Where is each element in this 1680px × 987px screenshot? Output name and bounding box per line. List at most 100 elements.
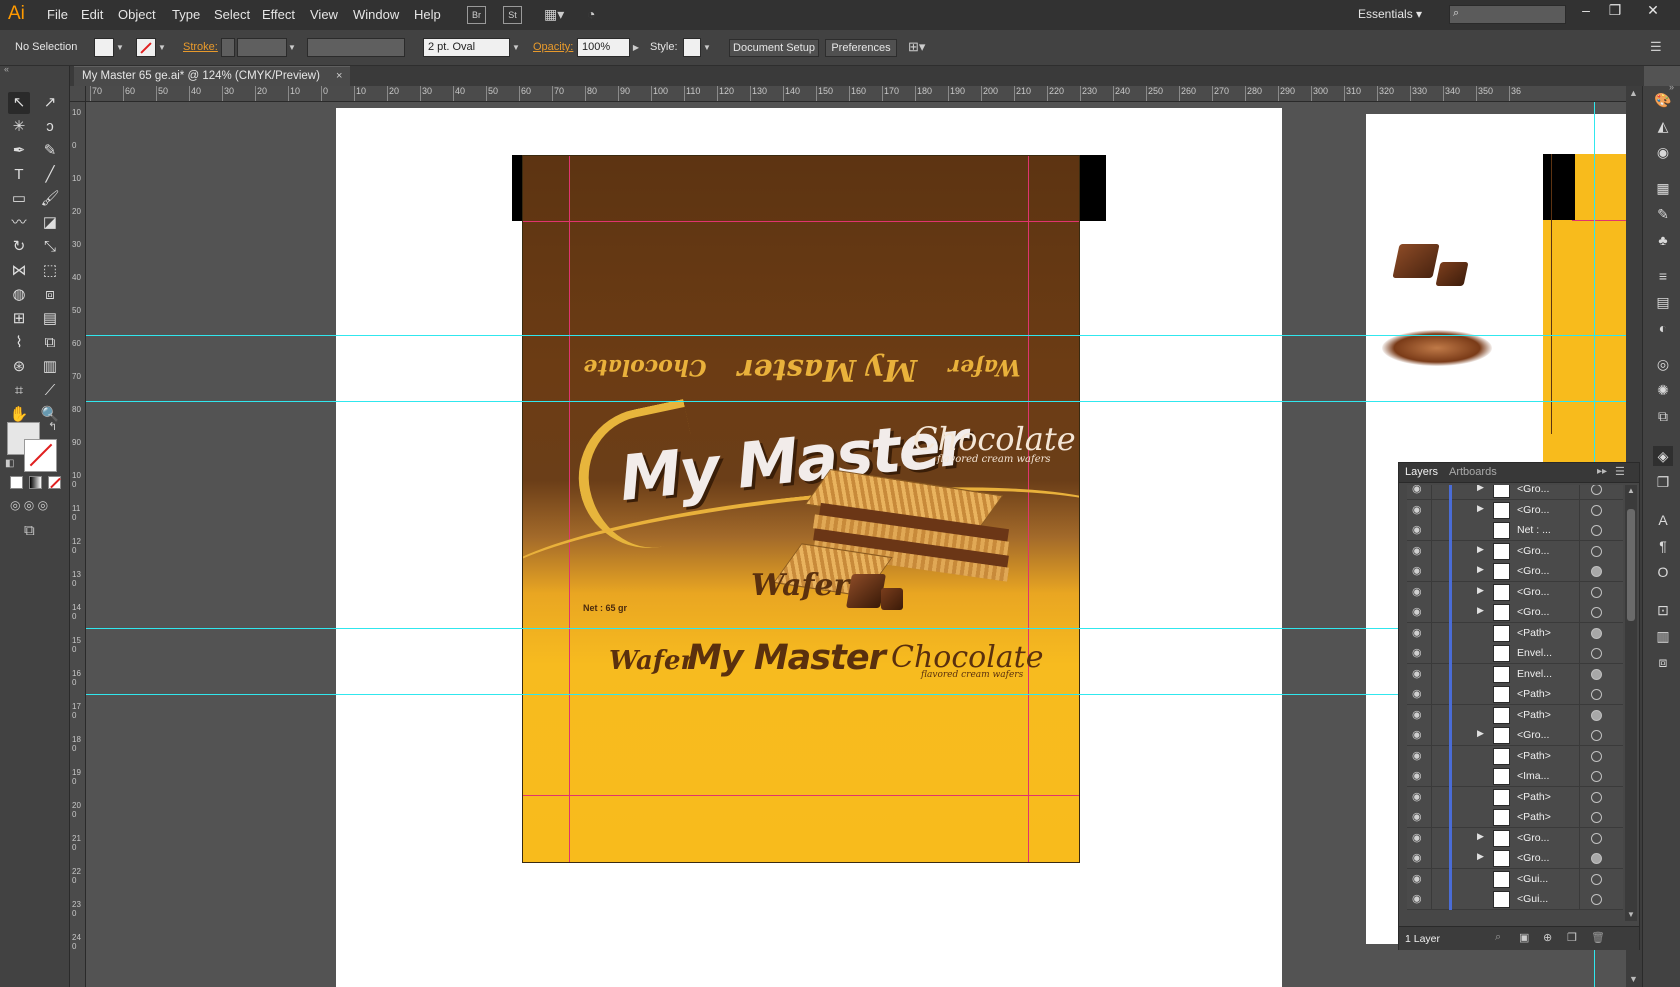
locate-object-icon[interactable]: ⌕ [1495,931,1501,944]
visibility-eye-icon[interactable]: ◉ [1412,687,1422,700]
package-back-black-tab[interactable] [1543,154,1575,220]
visibility-eye-icon[interactable]: ◉ [1412,585,1422,598]
style-swatch[interactable] [683,38,701,57]
layers-scroll-up-icon[interactable]: ▲ [1627,486,1635,495]
mesh-tool-icon[interactable]: ⊞ [8,308,30,330]
flavor-subtitle[interactable]: flavored cream wafers [937,454,1051,465]
layer-name[interactable]: <Gro... [1517,729,1549,741]
symbol-sprayer-tool-icon[interactable]: ⊛ [8,356,30,378]
visibility-eye-icon[interactable]: ◉ [1412,851,1422,864]
layer-name[interactable]: <Gui... [1517,873,1548,885]
transparency-icon[interactable]: ◐ [1653,318,1673,338]
package-black-tab-right[interactable] [1080,155,1106,221]
target-circle-icon[interactable] [1591,586,1602,598]
align-panel-icon[interactable]: ▥ [1653,626,1673,646]
bottom-product-name[interactable]: Wafer [609,646,694,676]
layer-name[interactable]: <Gro... [1517,485,1549,495]
visibility-eye-icon[interactable]: ◉ [1412,892,1422,905]
visibility-eye-icon[interactable]: ◉ [1412,810,1422,823]
direct-selection-tool-icon[interactable]: ↗ [39,92,61,114]
symbols-icon[interactable]: ♣ [1653,230,1673,250]
layer-name[interactable]: <Gro... [1517,545,1549,557]
width-tool-icon[interactable]: ⋈ [8,260,30,282]
character-panel-icon[interactable]: A [1653,510,1673,530]
visibility-eye-icon[interactable]: ◉ [1412,646,1422,659]
blend-tool-icon[interactable]: ⧉ [39,332,61,354]
gradient-mode-icon[interactable] [29,476,42,489]
expand-arrow-icon[interactable]: ▶ [1477,564,1484,575]
layer-row[interactable]: ◉ ▶ <Gro... [1407,499,1623,521]
close-window-button[interactable]: ✕ [1642,2,1664,19]
visibility-eye-icon[interactable]: ◉ [1412,564,1422,577]
artboard-tool-icon[interactable]: ⌗ [8,380,30,402]
collapse-toolbox-icon[interactable]: « [4,64,9,74]
export-assets-icon[interactable]: ⧉ [1653,406,1673,426]
layer-name[interactable]: <Path> [1517,709,1551,721]
expand-arrow-icon[interactable]: ▶ [1477,831,1484,842]
visibility-eye-icon[interactable]: ◉ [1412,667,1422,680]
expand-arrow-icon[interactable]: ▶ [1477,503,1484,514]
target-circle-icon[interactable] [1591,607,1602,618]
chocolate-piece-image[interactable] [1392,244,1440,278]
lasso-tool-icon[interactable]: ↄ [39,116,61,138]
layer-name[interactable]: Envel... [1517,647,1552,659]
layer-row[interactable]: ◉ ▶ <Gro... [1407,485,1623,500]
bridge-button[interactable]: Br [467,6,486,24]
horizontal-ruler[interactable]: 70 60 50 40 30 20 10 0 10 20 30 40 50 60 70 80 90 100 110 1… [86,86,1642,102]
perspective-grid-tool-icon[interactable]: ⧈ [39,284,61,306]
layer-row[interactable]: ◉ <Path> [1407,745,1623,767]
target-circle-icon[interactable] [1591,545,1602,557]
visibility-eye-icon[interactable]: ◉ [1412,503,1422,516]
layer-name[interactable]: Net : ... [1517,524,1551,536]
layer-row[interactable]: ◉ ▶ <Gro... [1407,581,1623,603]
visibility-eye-icon[interactable]: ◉ [1412,769,1422,782]
paragraph-panel-icon[interactable]: ¶ [1653,536,1673,556]
rectangle-tool-icon[interactable]: ▭ [8,188,30,210]
visibility-eye-icon[interactable]: ◉ [1412,544,1422,557]
target-circle-icon[interactable] [1591,750,1602,762]
menu-edit[interactable]: Edit [81,7,103,22]
target-circle-icon[interactable] [1591,485,1602,495]
slice-tool-icon[interactable]: ⟋ [39,380,61,402]
free-transform-tool-icon[interactable]: ⬚ [39,260,61,282]
shape-builder-tool-icon[interactable]: ◍ [8,284,30,306]
target-circle-icon[interactable] [1591,791,1602,803]
magic-wand-tool-icon[interactable]: ✳ [8,116,30,138]
layer-row[interactable]: ◉ ▶ <Gro... [1407,540,1623,562]
color-mode-icon[interactable] [10,476,23,489]
layer-name[interactable]: <Ima... [1517,770,1549,782]
line-tool-icon[interactable]: ╱ [39,164,61,186]
menu-type[interactable]: Type [172,7,200,22]
stroke-color-swatch[interactable] [24,439,57,472]
package-black-tab-left[interactable] [512,155,522,221]
layer-row[interactable]: ◉ <Path> [1407,807,1623,828]
stroke-weight-stepper[interactable] [221,38,235,57]
layer-name[interactable]: <Path> [1517,688,1551,700]
menu-object[interactable]: Object [118,7,156,22]
chocolate-piece-image-2[interactable] [1435,262,1469,286]
target-circle-icon[interactable] [1591,873,1602,885]
stroke-label[interactable]: Stroke: [183,41,218,53]
expand-arrow-icon[interactable]: ▶ [1477,544,1484,555]
guide-horizontal-1[interactable] [86,335,1642,336]
layer-row[interactable]: ◉ <Path> [1407,684,1623,705]
menu-effect[interactable]: Effect [262,7,295,22]
screen-mode-icon[interactable]: ⧉ [24,522,35,539]
layer-row[interactable]: ◉ ▶ <Gro... [1407,848,1623,869]
document-tab[interactable]: My Master 65 ge.ai* @ 124% (CMYK/Preview… [74,66,350,86]
transform-icon[interactable]: ⊞▾ [908,39,925,55]
draw-mode-icon[interactable]: ◎ ◎ ◎ [10,498,48,512]
search-input[interactable]: ⌕ [1449,5,1566,24]
stock-button[interactable]: St [503,6,522,24]
shaper-tool-icon[interactable]: 〰 [8,212,30,234]
target-circle-icon[interactable] [1591,812,1602,823]
target-circle-icon[interactable] [1591,894,1602,905]
minimize-button[interactable]: – [1575,2,1597,18]
variable-width-profile[interactable] [307,38,405,57]
opacity-slider-icon[interactable]: ▶ [630,39,642,57]
scale-tool-icon[interactable]: ⤡ [39,236,61,258]
brush-definition[interactable]: 2 pt. Oval [423,38,510,57]
layer-row[interactable]: ◉ Envel... [1407,663,1623,685]
layer-name[interactable]: <Gui... [1517,893,1548,905]
gradient-tool-icon[interactable]: ▤ [39,308,61,330]
